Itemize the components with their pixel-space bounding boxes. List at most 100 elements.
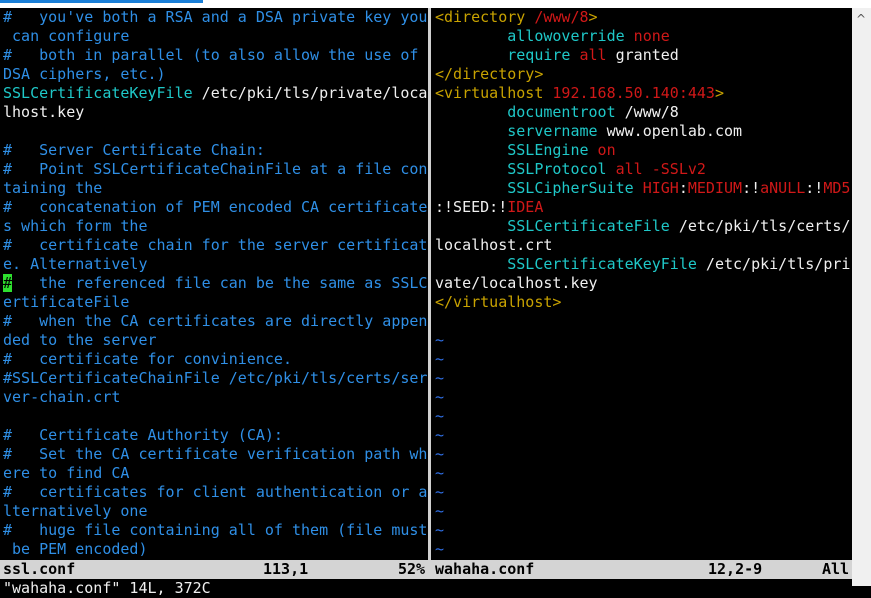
code-line: localhost.crt [435,236,552,255]
code-token: ded to the server [3,331,157,349]
code-token: none [624,27,670,45]
code-token: # Set the CA certificate verification pa… [3,445,428,463]
code-line: SSLProtocol all -SSLv2 [435,160,706,179]
code-line: SSLCertificateKeyFile /etc/pki/tls/pri [435,255,850,274]
empty-line-marker: ~ [435,407,445,425]
code-line: ~ [435,331,444,350]
code-line: :!SEED:!IDEA [435,198,543,217]
code-token: SSLCertificateKeyFile [435,255,697,273]
code-token: on [588,141,616,159]
right-scroll-percent: All [822,560,850,578]
code-token: # huge file containing all of them (file… [3,521,428,539]
code-token: /etc/pki/tls/private/loca [192,84,428,102]
code-token: #SSLCertificateChainFile /etc/pki/tls/ce… [3,369,428,387]
empty-line-marker: ~ [435,483,445,501]
code-token: /etc/pki/tls/certs/ [669,217,851,235]
code-token: # certificate chain for the server certi… [3,236,428,254]
code-line: # Server Certificate Chain: [3,141,265,160]
empty-line-marker: ~ [435,426,445,444]
code-token: </directory> [435,65,544,83]
code-token: IDEA [507,198,544,216]
vertical-split-divider[interactable] [428,8,431,560]
code-token: SSLCertificateFile [435,217,670,235]
code-line: ~ [435,445,444,464]
code-token: ertificateFile [3,293,130,311]
code-token: SSLCertificateKeyFile [3,84,193,102]
status-line: ssl.conf 113,1 52% wahaha.conf 12,2-9 Al… [0,560,852,579]
code-token: the referenced file can be the same as S… [12,274,428,292]
code-line: lternatively one [3,502,148,521]
code-line: # Certificate Authority (CA): [3,426,283,445]
code-line: e. Alternatively [3,255,148,274]
code-token: MEDIUM [687,179,743,197]
code-line: <directory /www/8> [435,8,598,27]
text-cursor: # [3,274,13,292]
code-line: ded to the server [3,331,157,350]
code-line: servername www.openlab.com [435,122,742,141]
code-line: # you've both a RSA and a DSA private ke… [3,8,427,27]
code-line: # concatenation of PEM encoded CA certif… [3,198,427,217]
chevron-up-icon[interactable]: ^ [856,12,866,26]
code-token: ere to find CA [3,464,130,482]
code-token: :! [742,179,761,197]
code-token: SSLEngine [435,141,589,159]
code-token: ver-chain.crt [3,388,121,406]
code-line: <virtualhost 192.168.50.140:443> [435,84,724,103]
code-line: ~ [435,483,444,502]
code-token: all [570,46,607,64]
code-token: vate/localhost.key [435,274,598,292]
code-line: # huge file containing all of them (file… [3,521,427,540]
code-line: SSLCipherSuite HIGH:MEDIUM:!aNULL:!MD5 [435,179,850,198]
code-line: ~ [435,540,444,559]
code-line: can configure [3,27,129,46]
code-line: ~ [435,350,444,369]
code-line: #SSLCertificateChainFile /etc/pki/tls/ce… [3,369,427,388]
code-line: allowoverride none [435,27,670,46]
code-line: ~ [435,369,444,388]
left-editor-pane[interactable]: # you've both a RSA and a DSA private ke… [3,8,427,560]
code-line: documentroot /www/8 [435,103,679,122]
command-line[interactable]: "wahaha.conf" 14L, 372C [3,579,211,598]
code-token: HIGH [633,179,679,197]
right-file-name: wahaha.conf [435,560,535,578]
code-line: s which form the [3,217,148,236]
left-scroll-percent: 52% [398,560,426,578]
code-line: # Set the CA certificate verification pa… [3,445,427,464]
code-line: # both in parallel (to also allow the us… [3,46,427,65]
active-tab-indicator [0,0,203,3]
code-token: granted [606,46,679,64]
code-token: SSLCipherSuite [435,179,634,197]
code-line: ~ [435,407,444,426]
empty-line-marker: ~ [435,540,445,558]
code-line: SSLCertificateKeyFile /etc/pki/tls/priva… [3,84,427,103]
scrollbar[interactable]: ^ [852,8,871,586]
code-line: vate/localhost.key [435,274,598,293]
code-line: taining the [3,179,102,198]
left-file-name: ssl.conf [3,560,76,578]
empty-line-marker: ~ [435,464,445,482]
code-token: taining the [3,179,103,197]
code-line: ertificateFile [3,293,129,312]
code-token: localhost.crt [435,236,553,254]
code-line: ver-chain.crt [3,388,120,407]
code-line: ~ [435,426,444,445]
code-token: > [588,8,598,26]
code-line: SSLEngine on [435,141,616,160]
code-line: # when the CA certificates are directly … [3,312,427,331]
code-token: servername [435,122,598,140]
window-top-edge [0,0,871,8]
code-token: # Server Certificate Chain: [3,141,265,159]
code-token: allowoverride [435,27,625,45]
empty-line-marker: ~ [435,331,445,349]
code-token: # concatenation of PEM encoded CA certif… [3,198,428,216]
code-token: /www/8 [525,8,589,26]
code-token: > [714,84,724,102]
code-line: lhost.key [3,103,84,122]
code-token: # Point SSLCertificateChainFile at a fil… [3,160,428,178]
right-editor-pane[interactable]: <directory /www/8> allowoverride none re… [435,8,851,560]
code-line: SSLCertificateFile /etc/pki/tls/certs/ [435,217,850,236]
empty-line-marker: ~ [435,369,445,387]
empty-line-marker: ~ [435,350,445,368]
code-token: <virtualhost [435,84,544,102]
code-token: # certificates for client authentication… [3,483,428,501]
